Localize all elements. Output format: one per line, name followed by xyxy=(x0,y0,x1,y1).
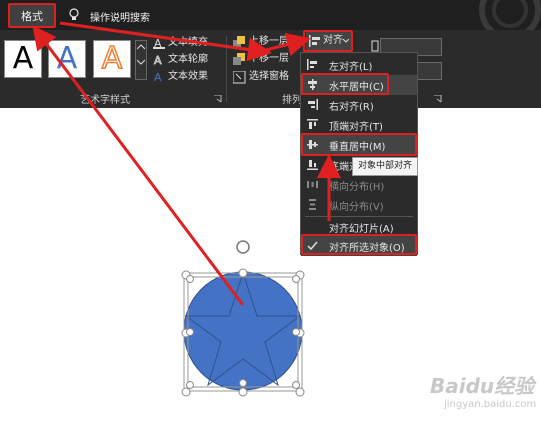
watermark-brand: Baidu经验 xyxy=(430,374,535,398)
annotation-arrows xyxy=(32,21,341,306)
baidu-watermark: Baidu经验 jingyan.baidu.com xyxy=(430,370,536,410)
watermark-url: jingyan.baidu.com xyxy=(444,399,537,410)
